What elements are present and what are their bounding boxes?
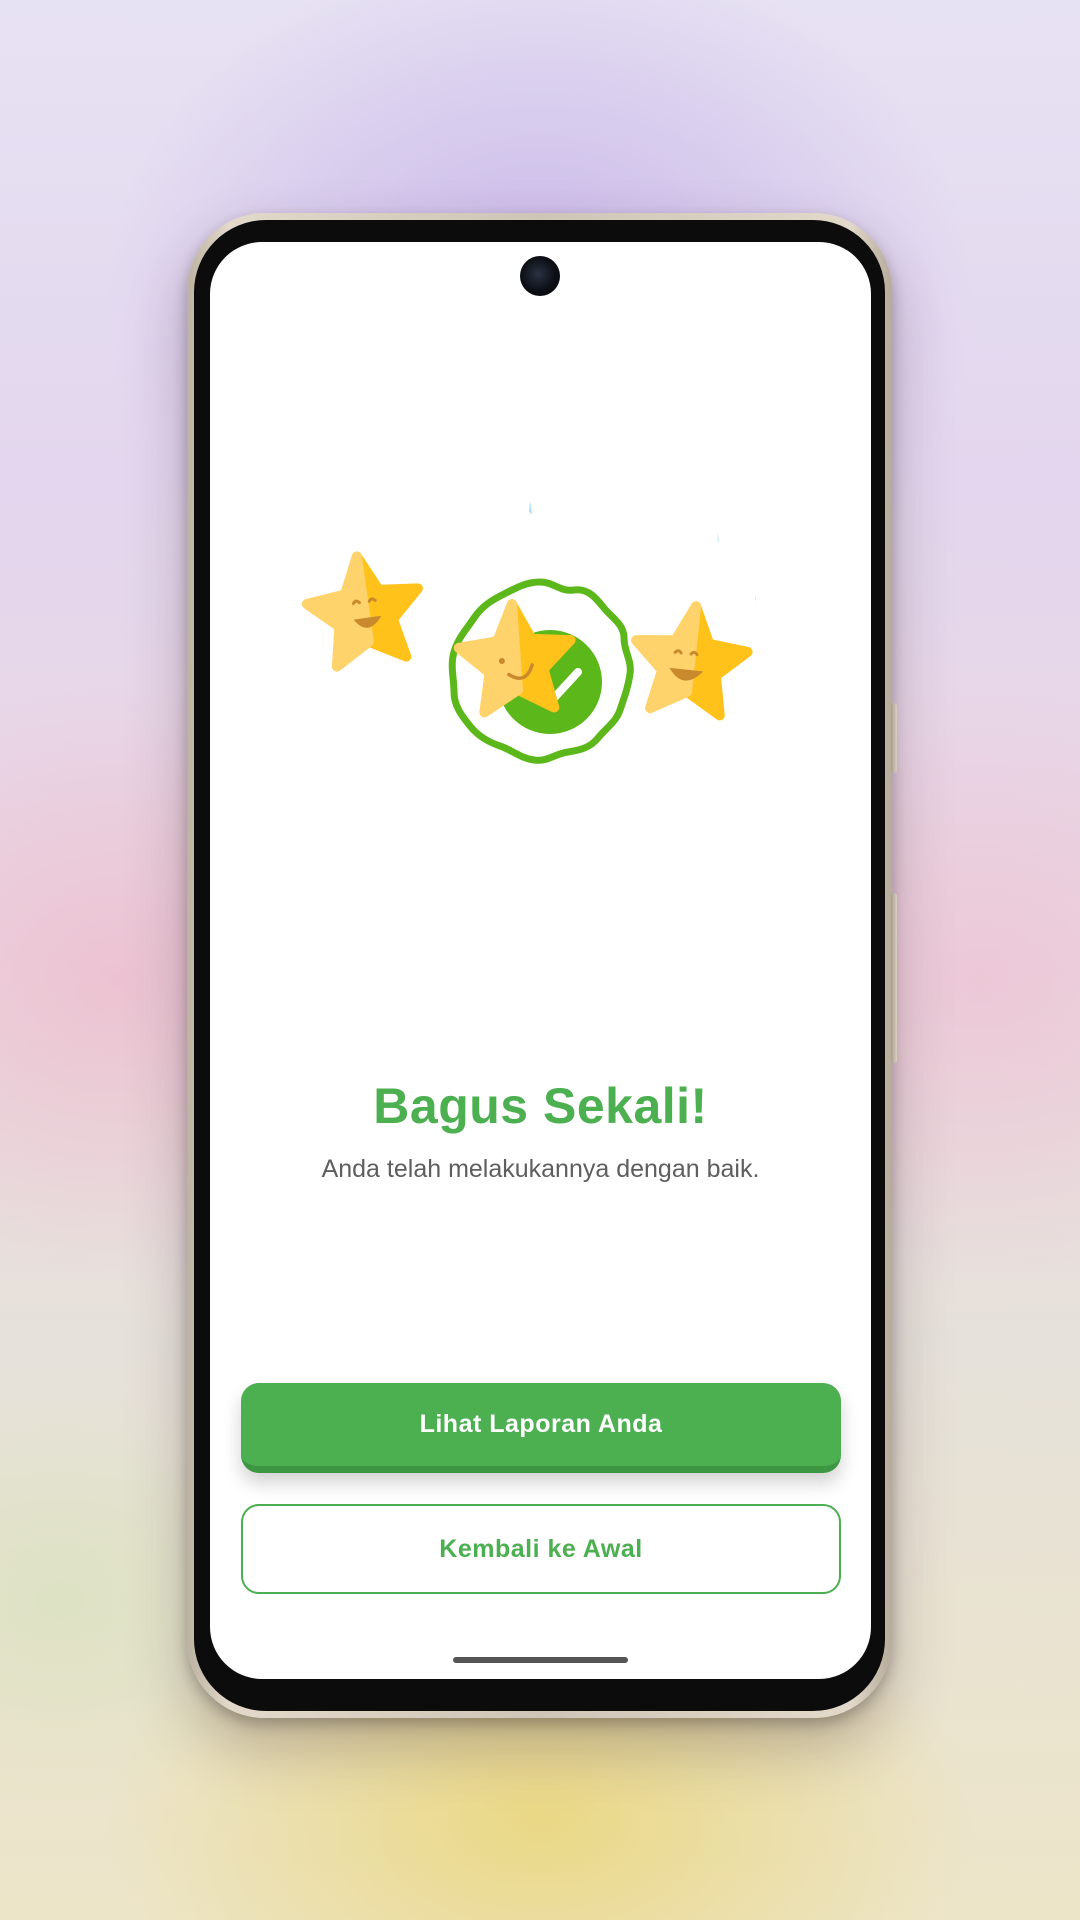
front-camera	[520, 256, 560, 296]
star-right-icon	[631, 601, 753, 721]
sparkle-icon	[755, 594, 756, 601]
celebration-illustration	[302, 502, 756, 764]
power-button	[891, 703, 897, 773]
back-to-start-label: Kembali ke Awal	[439, 1534, 643, 1563]
result-title: Bagus Sekali!	[373, 1078, 708, 1134]
home-indicator[interactable]	[453, 1657, 628, 1663]
back-to-start-button[interactable]: Kembali ke Awal	[241, 1504, 841, 1594]
volume-button	[891, 893, 897, 1063]
result-subtitle: Anda telah melakukannya dengan baik.	[321, 1155, 760, 1183]
view-report-button[interactable]: Lihat Laporan Anda	[241, 1383, 841, 1473]
sparkle-icon	[529, 502, 532, 514]
app-screen: Bagus Sekali! Anda telah melakukannya de…	[210, 242, 871, 1679]
star-left-icon	[302, 551, 423, 672]
sparkle-icon	[717, 532, 719, 542]
view-report-label: Lihat Laporan Anda	[419, 1410, 663, 1438]
